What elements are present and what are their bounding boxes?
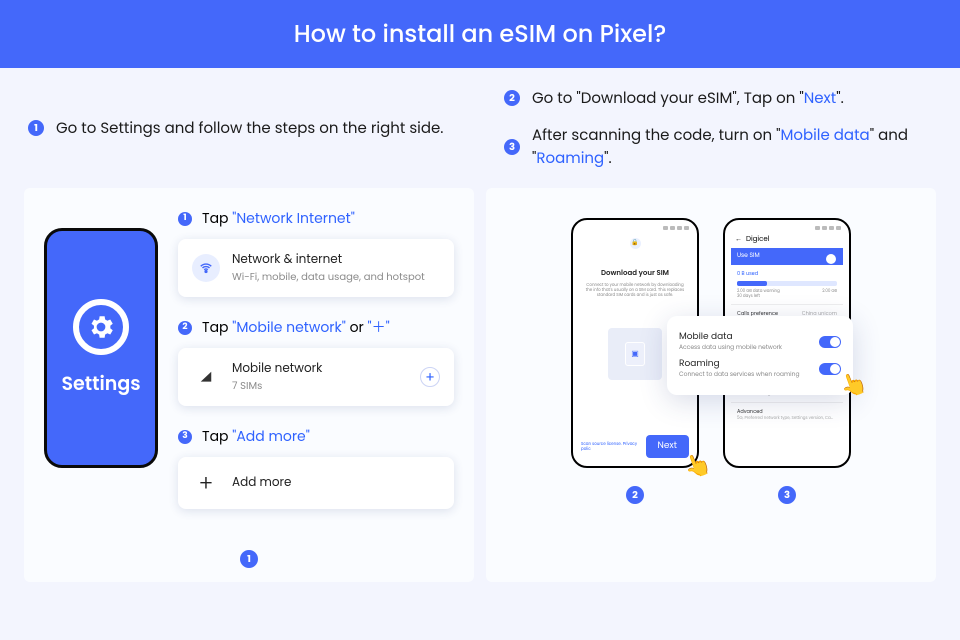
- panel-1: Settings 1Tap "Network Internet" Network…: [24, 188, 474, 582]
- plus-icon: +: [192, 469, 220, 497]
- sim-card-icon: ▣: [625, 342, 645, 366]
- mobile-network-highlight: "Mobile network": [232, 317, 346, 337]
- step-3-bullet: 3: [178, 430, 192, 444]
- settings-label: Settings: [61, 369, 140, 398]
- download-sim-body: Connect to your mobile network by downlo…: [579, 283, 691, 298]
- wifi-icon: [192, 254, 220, 282]
- panel-2-badge: 2: [626, 486, 644, 504]
- intro-row: 1 Go to Settings and follow the steps on…: [0, 68, 960, 188]
- settings-phone: Settings: [44, 228, 158, 468]
- step-1-bullet: 1: [178, 212, 192, 226]
- add-more-highlight: "Add more": [232, 426, 310, 446]
- panel-3-badge: 3: [778, 486, 796, 504]
- intro-step-1-text: Go to Settings and follow the steps on t…: [56, 117, 443, 140]
- intro-step-2: 2 Go to "Download your eSIM", Tap on "Ne…: [504, 87, 932, 110]
- qr-placeholder: ▣: [608, 328, 662, 380]
- toggle-callout: Mobile dataAccess data using mobile netw…: [667, 316, 853, 395]
- download-sim-footer: Scan source license. Privacy polic: [581, 442, 646, 452]
- status-bar-icons: [579, 226, 691, 232]
- panel-2-3: 🔒 Download your SIM Connect to your mobi…: [486, 188, 936, 582]
- step-2-bullet: 2: [178, 321, 192, 335]
- list-item[interactable]: Advanced5G, Preferred network type, Sett…: [731, 402, 843, 426]
- carrier-row: ←Digicel: [731, 232, 843, 248]
- intro-right: 2 Go to "Download your eSIM", Tap on "Ne…: [504, 68, 932, 188]
- add-sim-plus-icon[interactable]: +: [420, 367, 440, 387]
- panel-1-badge: 1: [240, 550, 258, 568]
- intro-step-3-text: After scanning the code, turn on "Mobile…: [532, 124, 932, 170]
- usage-bar: [737, 281, 837, 286]
- intro-step-1: 1 Go to Settings and follow the steps on…: [28, 117, 456, 140]
- back-icon[interactable]: ←: [735, 235, 742, 245]
- use-sim-toggle[interactable]: [823, 253, 837, 261]
- bullet-3: 3: [504, 139, 520, 155]
- mock-3-wrap: ←Digicel Use SIM 0 B used 2.00 GB data w…: [723, 208, 851, 468]
- bullet-1: 1: [28, 120, 44, 136]
- intro-left: 1 Go to Settings and follow the steps on…: [28, 68, 456, 188]
- step-1: 1Tap "Network Internet" Network & intern…: [178, 208, 454, 297]
- plus-highlight: "＋": [368, 317, 390, 337]
- roaming-row[interactable]: RoamingConnect to data services when roa…: [679, 358, 841, 380]
- signal-icon: [192, 363, 220, 391]
- step-2: 2Tap "Mobile network" or "＋" Mobile netw…: [178, 317, 454, 406]
- steps-list: 1Tap "Network Internet" Network & intern…: [178, 208, 454, 529]
- usage-block: 0 B used 2.00 GB data warning2.00 GB 30 …: [731, 265, 843, 304]
- bullet-2: 2: [504, 90, 520, 106]
- network-internet-card[interactable]: Network & internetWi-Fi, mobile, data us…: [178, 239, 454, 297]
- panels: Settings 1Tap "Network Internet" Network…: [0, 188, 960, 582]
- mobile-network-card[interactable]: Mobile network7 SIMs +: [178, 348, 454, 406]
- roaming-link: Roaming: [536, 148, 604, 169]
- download-sim-title: Download your SIM: [579, 269, 691, 279]
- mobile-data-link: Mobile data: [780, 125, 869, 146]
- intro-step-2-text: Go to "Download your eSIM", Tap on "Next…: [532, 87, 844, 110]
- add-more-card[interactable]: + Add more: [178, 457, 454, 509]
- lock-icon: 🔒: [630, 238, 641, 249]
- next-link: Next: [804, 88, 837, 109]
- step-3: 3Tap "Add more" + Add more: [178, 426, 454, 509]
- gear-icon: [73, 299, 129, 355]
- mobile-data-toggle[interactable]: [819, 336, 841, 348]
- page-title: How to install an eSIM on Pixel?: [294, 17, 667, 52]
- header: How to install an eSIM on Pixel?: [0, 0, 960, 68]
- intro-step-3: 3 After scanning the code, turn on "Mobi…: [504, 124, 932, 170]
- mobile-data-row[interactable]: Mobile dataAccess data using mobile netw…: [679, 331, 841, 353]
- use-sim-row[interactable]: Use SIM: [731, 248, 843, 265]
- network-internet-highlight: "Network Internet": [232, 208, 355, 228]
